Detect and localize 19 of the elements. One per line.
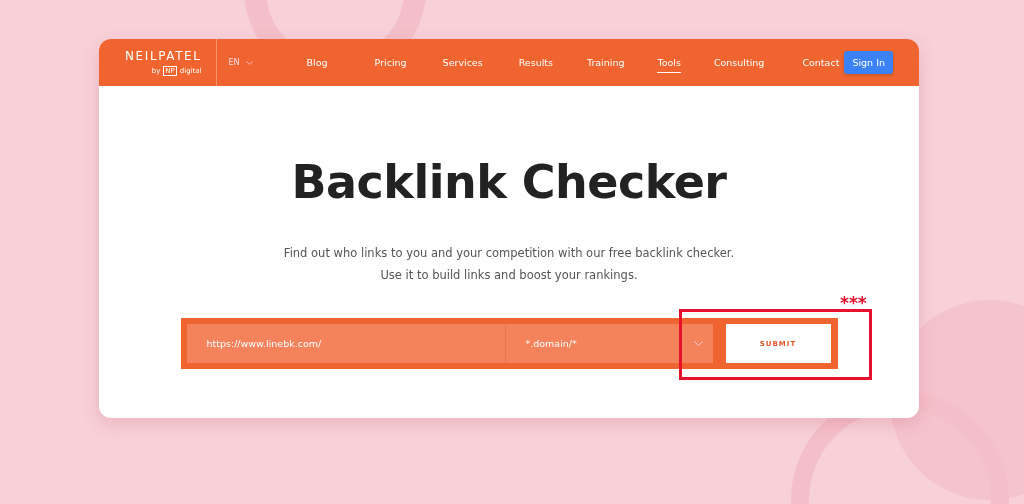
nav-link[interactable]: Contact	[802, 52, 840, 73]
logo-text: NEILPATEL	[125, 49, 202, 63]
page-title: Backlink Checker	[291, 154, 727, 211]
nav-link[interactable]: Pricing	[374, 52, 407, 73]
sign-in-button[interactable]: Sign In	[844, 51, 893, 74]
scope-select[interactable]: *.domain/*	[504, 324, 713, 363]
chevron-down-icon	[693, 341, 703, 346]
caret-icon	[245, 60, 253, 65]
nav-link[interactable]: Training	[587, 52, 625, 73]
nav-link[interactable]: Services	[442, 52, 483, 73]
subtitle-text: Find out who links to you and your competition with our free backlink checker.	[283, 245, 735, 262]
url-input-field[interactable]: https://www.linebk.com/	[186, 324, 505, 363]
nav-link[interactable]: Blog	[306, 52, 328, 73]
nav-link[interactable]: Results	[518, 52, 553, 73]
language-selector[interactable]: EN	[228, 58, 253, 67]
annotation-mark: ***	[840, 293, 867, 313]
subtitle-text: Use it to build links and boost your rankings.	[380, 267, 638, 284]
nav-link[interactable]: Tools	[657, 52, 681, 73]
nav-link[interactable]: Consulting	[713, 52, 765, 73]
